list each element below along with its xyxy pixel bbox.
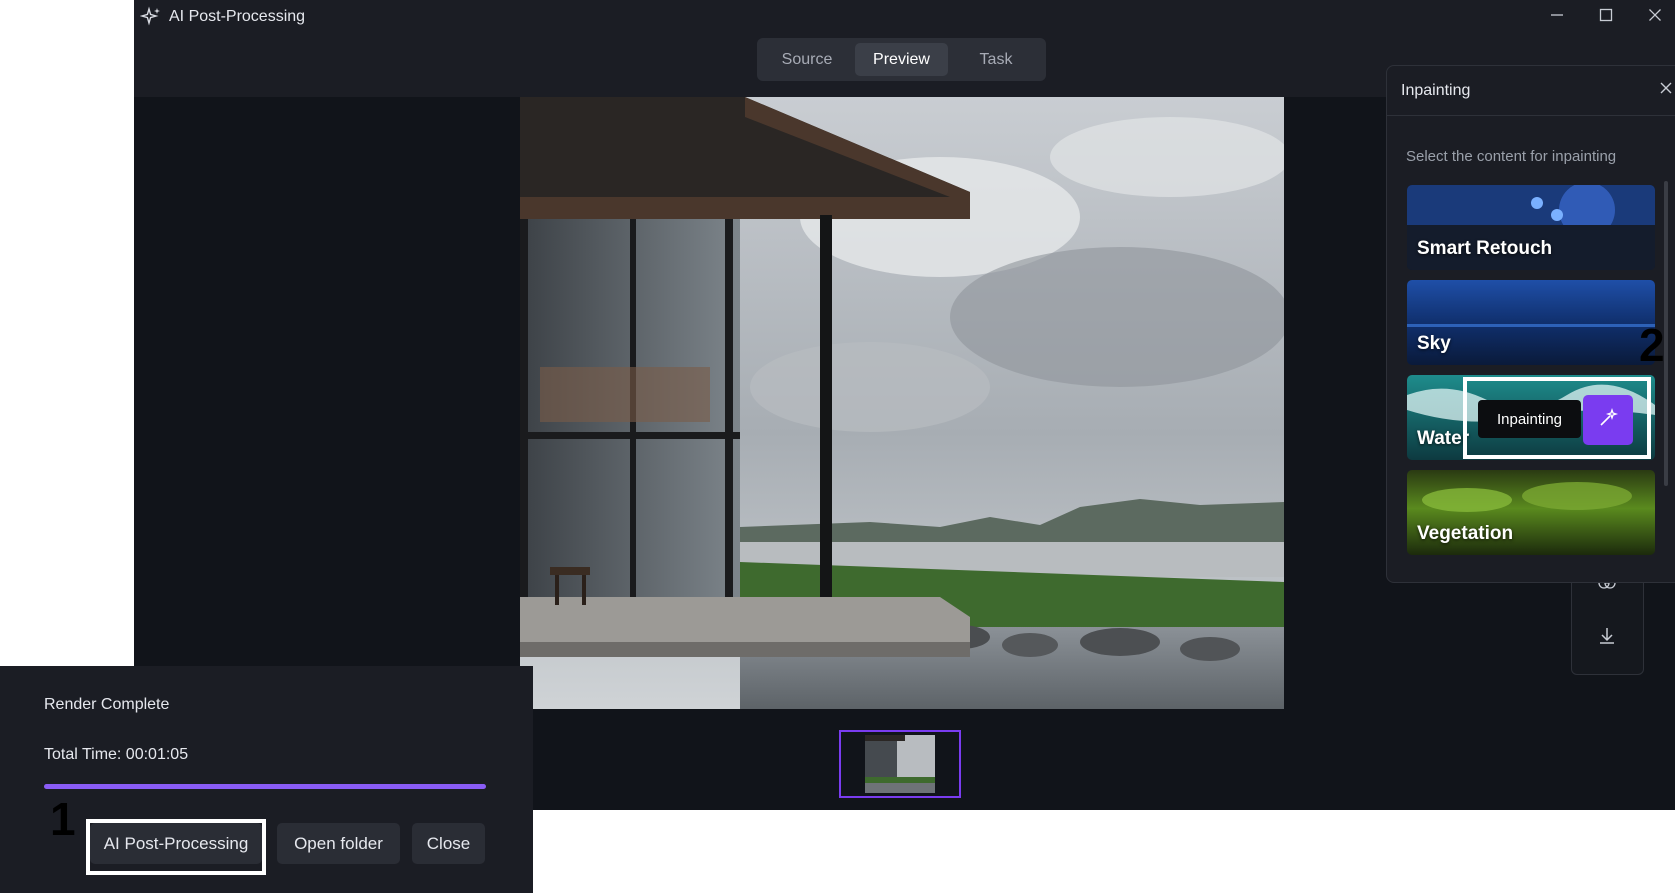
- maximize-icon: [1599, 8, 1613, 27]
- close-button[interactable]: Close: [412, 823, 485, 864]
- render-status-panel: Render Complete Total Time: 00:01:05 AI …: [0, 666, 533, 893]
- option-label: Water: [1417, 428, 1470, 449]
- sparkle-logo-icon: [139, 6, 162, 28]
- maximize-button[interactable]: [1589, 4, 1623, 30]
- option-vegetation[interactable]: Vegetation: [1407, 470, 1655, 555]
- option-label: Smart Retouch: [1417, 238, 1553, 259]
- tab-preview[interactable]: Preview: [855, 43, 948, 76]
- annotation-box-1: [86, 819, 266, 875]
- minimize-button[interactable]: [1540, 4, 1574, 30]
- option-smart-retouch[interactable]: Smart Retouch: [1407, 185, 1655, 270]
- annotation-number-1: 1: [50, 793, 76, 845]
- panel-close-button[interactable]: [1654, 78, 1675, 102]
- option-sky[interactable]: Sky: [1407, 280, 1655, 365]
- panel-hint: Select the content for inpainting: [1406, 148, 1617, 165]
- render-progress-bar: [44, 784, 486, 789]
- window-close-button[interactable]: [1638, 4, 1672, 30]
- view-tabs: Source Preview Task: [757, 38, 1046, 81]
- panel-scrollbar[interactable]: [1664, 181, 1668, 486]
- download-button[interactable]: [1591, 622, 1623, 654]
- app-title: AI Post-Processing: [169, 8, 306, 25]
- progress-fill: [44, 784, 486, 789]
- download-icon: [1597, 626, 1617, 651]
- thumbnail-image: [865, 735, 935, 793]
- close-icon: [1660, 81, 1672, 99]
- open-folder-button[interactable]: Open folder: [277, 823, 400, 864]
- close-icon: [1648, 8, 1662, 27]
- status-title: Render Complete: [44, 696, 170, 713]
- panel-title: Inpainting: [1401, 82, 1471, 99]
- inpainting-panel: Inpainting Select the content for inpain…: [1386, 65, 1675, 583]
- option-label: Sky: [1417, 333, 1451, 354]
- annotation-box-2: [1463, 377, 1651, 459]
- tab-task[interactable]: Task: [951, 43, 1041, 76]
- render-preview-image: [520, 97, 1284, 709]
- preview-thumbnail[interactable]: [839, 730, 961, 798]
- annotation-number-2: 2: [1639, 319, 1665, 371]
- option-label: Vegetation: [1417, 523, 1514, 544]
- minimize-icon: [1550, 8, 1564, 27]
- tab-source[interactable]: Source: [762, 43, 852, 76]
- panel-divider: [1387, 115, 1675, 116]
- total-time-label: Total Time: 00:01:05: [44, 746, 189, 763]
